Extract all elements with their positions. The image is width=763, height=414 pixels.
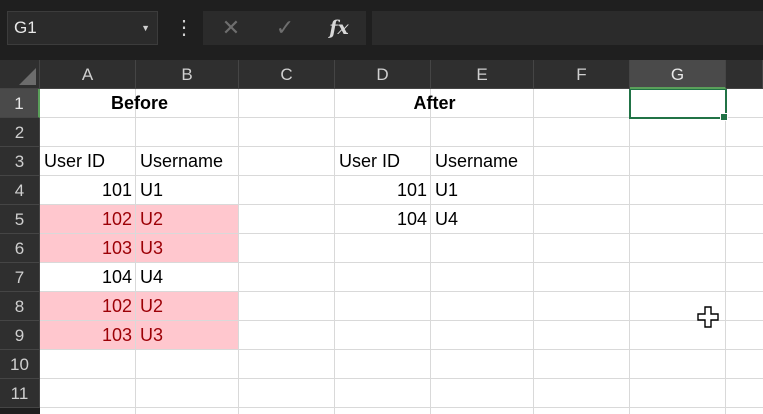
- before-username[interactable]: U3: [136, 234, 239, 263]
- column-header-d[interactable]: D: [335, 60, 431, 89]
- after-col-user-id[interactable]: User ID: [335, 147, 431, 176]
- name-box[interactable]: G1 ▼: [7, 11, 158, 45]
- after-username[interactable]: U1: [431, 176, 534, 205]
- row-header-3[interactable]: 3: [0, 147, 40, 176]
- before-username[interactable]: U2: [136, 205, 239, 234]
- after-header[interactable]: After: [335, 89, 534, 118]
- column-header-g[interactable]: G: [630, 60, 726, 89]
- row-header-5[interactable]: 5: [0, 205, 40, 234]
- row-header-10[interactable]: 10: [0, 350, 40, 379]
- after-user-id[interactable]: 101: [335, 176, 431, 205]
- before-user-id[interactable]: 102: [40, 292, 136, 321]
- before-col-user-id[interactable]: User ID: [40, 147, 136, 176]
- after-username[interactable]: U4: [431, 205, 534, 234]
- before-header[interactable]: Before: [40, 89, 239, 118]
- before-user-id[interactable]: 101: [40, 176, 136, 205]
- row-header-9[interactable]: 9: [0, 321, 40, 350]
- cancel-icon[interactable]: ✕: [211, 11, 251, 45]
- before-user-id[interactable]: 103: [40, 321, 136, 350]
- insert-function-button[interactable]: fx: [319, 11, 359, 45]
- name-box-value: G1: [14, 18, 37, 37]
- selected-cell[interactable]: [629, 89, 727, 119]
- before-username[interactable]: U4: [136, 263, 239, 292]
- formula-input[interactable]: [372, 11, 763, 45]
- row-header-2[interactable]: 2: [0, 118, 40, 147]
- column-header-h[interactable]: [726, 60, 763, 89]
- before-username[interactable]: U1: [136, 176, 239, 205]
- row-header-6[interactable]: 6: [0, 234, 40, 263]
- cell-select-cursor-icon: [697, 306, 719, 328]
- formula-bar-area: G1 ▼ ⋮ ✕ ✓ fx: [0, 0, 763, 60]
- after-col-username[interactable]: Username: [431, 147, 534, 176]
- column-header-b[interactable]: B: [136, 60, 239, 89]
- enter-icon[interactable]: ✓: [265, 11, 305, 45]
- chevron-down-icon[interactable]: ▼: [141, 12, 150, 44]
- row-header-8[interactable]: 8: [0, 292, 40, 321]
- before-username[interactable]: U2: [136, 292, 239, 321]
- select-all-button[interactable]: [0, 60, 40, 89]
- formula-buttons: ✕ ✓ fx: [203, 11, 366, 45]
- before-username[interactable]: U3: [136, 321, 239, 350]
- row-header-1[interactable]: 1: [0, 89, 40, 118]
- more-options-icon[interactable]: ⋮: [174, 14, 194, 42]
- row-header-4[interactable]: 4: [0, 176, 40, 205]
- worksheet-grid[interactable]: Before After User ID Username User ID Us…: [40, 89, 763, 414]
- column-header-c[interactable]: C: [239, 60, 335, 89]
- select-all-icon: [19, 68, 36, 85]
- fill-handle[interactable]: [720, 113, 728, 121]
- column-header-a[interactable]: A: [40, 60, 136, 89]
- before-user-id[interactable]: 102: [40, 205, 136, 234]
- after-user-id[interactable]: 104: [335, 205, 431, 234]
- column-header-f[interactable]: F: [534, 60, 630, 89]
- row-header-7[interactable]: 7: [0, 263, 40, 292]
- before-user-id[interactable]: 103: [40, 234, 136, 263]
- column-header-e[interactable]: E: [431, 60, 534, 89]
- row-header-11[interactable]: 11: [0, 379, 40, 408]
- before-col-username[interactable]: Username: [136, 147, 239, 176]
- before-user-id[interactable]: 104: [40, 263, 136, 292]
